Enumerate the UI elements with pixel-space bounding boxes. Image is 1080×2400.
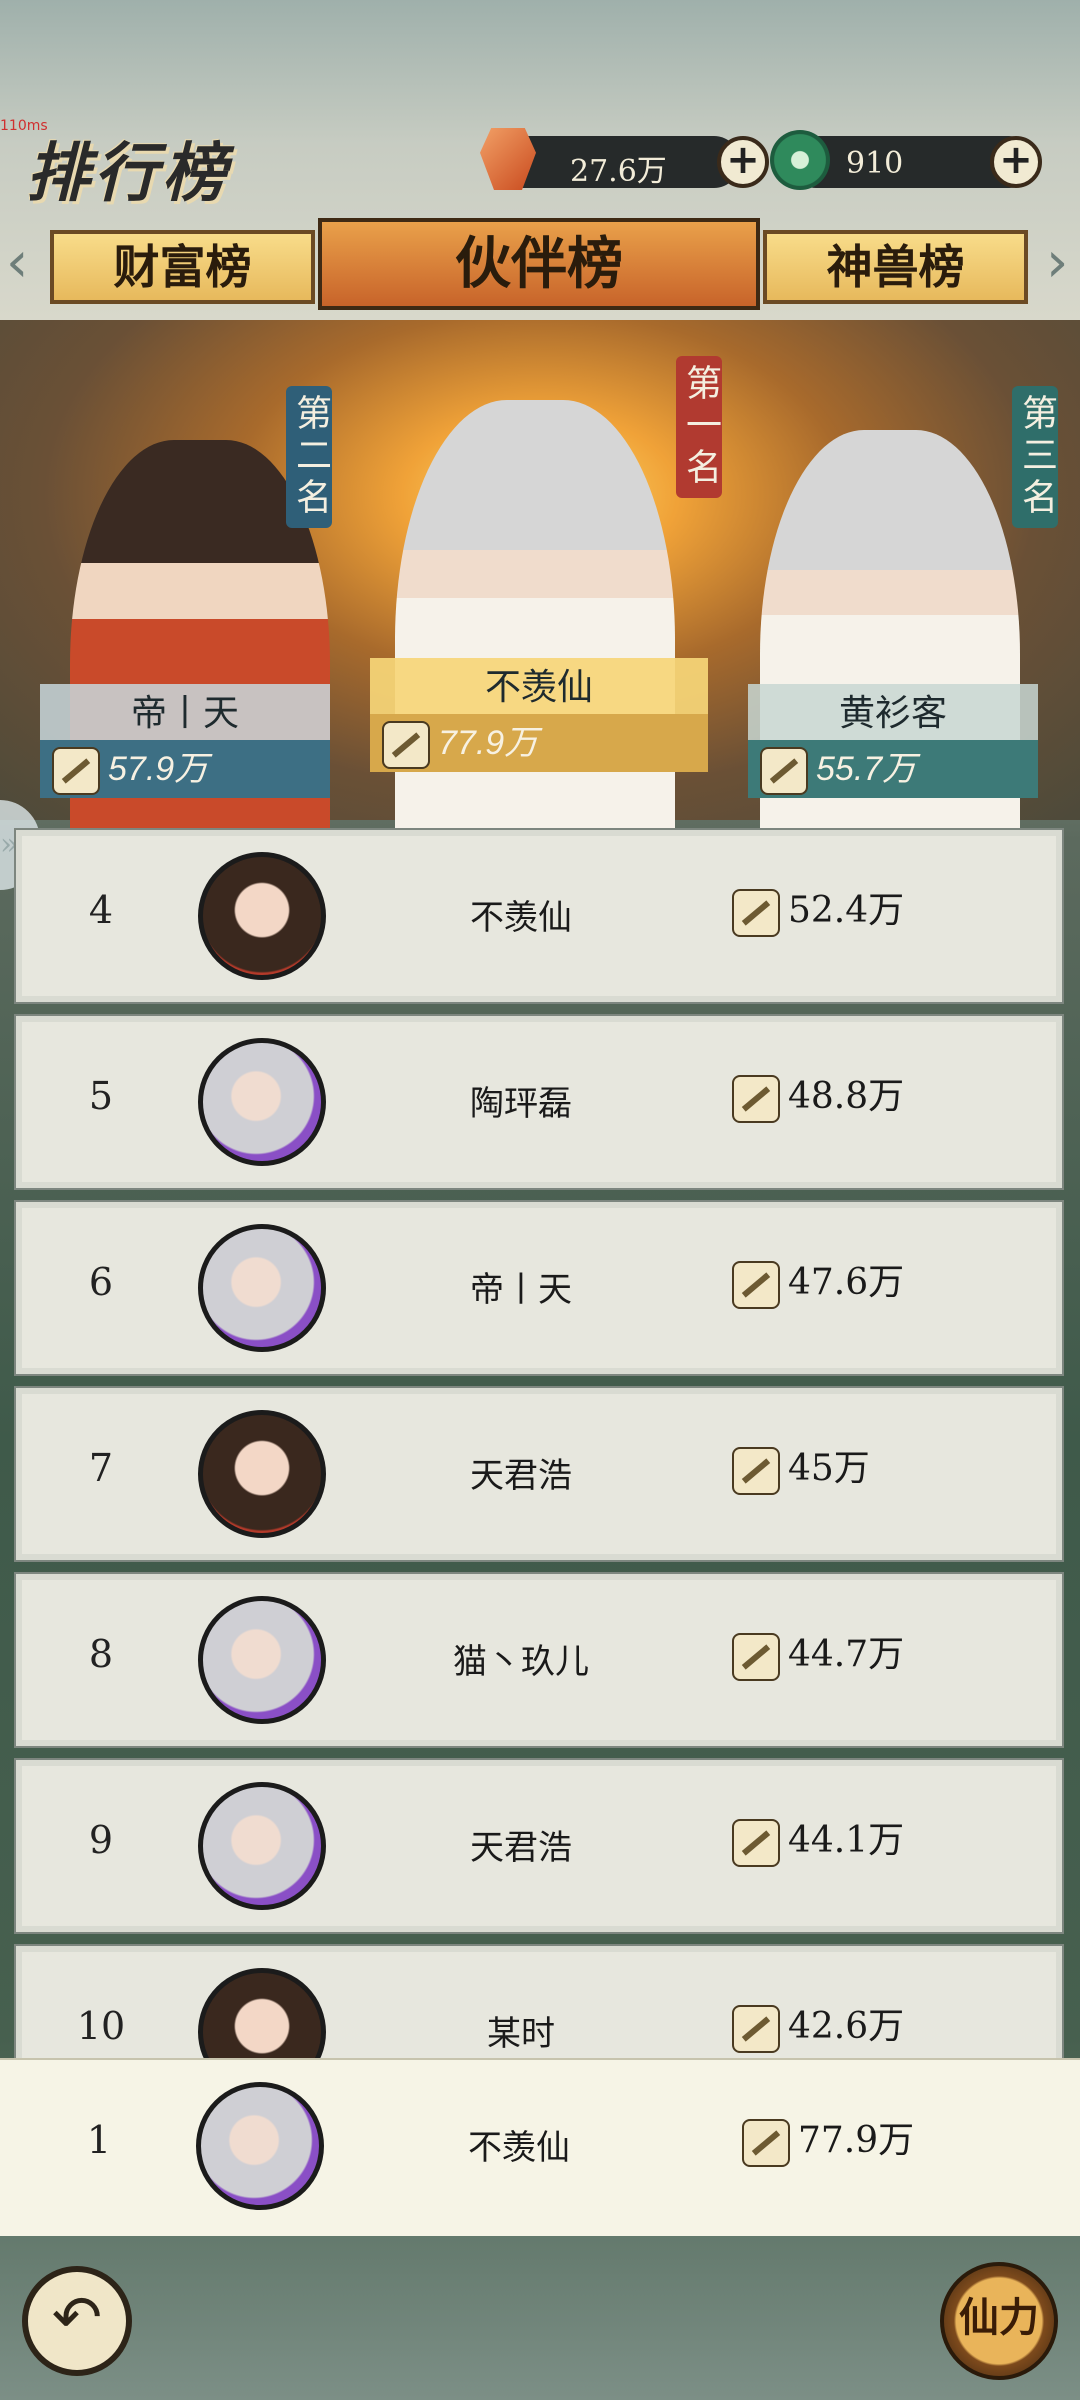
sword-icon	[732, 1075, 780, 1123]
avatar[interactable]	[198, 1410, 326, 1538]
row-power: 48.8万	[732, 1068, 904, 1126]
tab-bar: 财富榜 神兽榜 伙伴榜	[0, 218, 1080, 316]
sword-icon	[732, 1261, 780, 1309]
my-power-value: 77.9万	[798, 2120, 915, 2161]
sword-icon	[732, 1633, 780, 1681]
second-place-power-value: 57.9万	[108, 750, 209, 788]
avatar[interactable]	[198, 1224, 326, 1352]
sword-icon	[52, 747, 100, 796]
row-rank: 10	[76, 2004, 126, 2048]
ranking-row[interactable]: 5 陶玶磊 48.8万	[14, 1014, 1064, 1190]
jade-icon	[770, 130, 830, 190]
avatar[interactable]	[198, 1782, 326, 1910]
first-place-power-value: 77.9万	[438, 724, 539, 762]
row-power: 42.6万	[732, 1998, 904, 2056]
second-place-power: 57.9万	[40, 740, 330, 798]
third-place-power-value: 55.7万	[816, 750, 917, 788]
row-name: 不羡仙	[470, 898, 572, 938]
sword-icon	[760, 747, 808, 796]
third-place-name: 黄衫客	[748, 684, 1038, 744]
page-title: 排行榜	[26, 136, 230, 211]
row-power-value: 42.6万	[788, 2006, 905, 2047]
row-power-value: 45万	[788, 1448, 870, 1489]
row-power: 47.6万	[732, 1254, 904, 1312]
add-jade-button[interactable]: +	[990, 136, 1042, 188]
row-power-value: 44.7万	[788, 1634, 905, 1675]
my-rank-number: 1	[86, 2118, 112, 2162]
row-power: 44.7万	[732, 1626, 904, 1684]
add-gem-button[interactable]: +	[717, 136, 769, 188]
ranking-row[interactable]: 9 天君浩 44.1万	[14, 1758, 1064, 1934]
row-power: 45万	[732, 1440, 870, 1498]
sword-icon	[732, 1819, 780, 1867]
row-rank: 5	[88, 1074, 114, 1118]
back-button[interactable]: ↶	[22, 2266, 132, 2376]
first-place-name: 不羡仙	[370, 658, 708, 718]
row-rank: 9	[88, 1818, 114, 1862]
row-power-value: 44.1万	[788, 1820, 905, 1861]
second-place-tag: 第二名	[286, 386, 332, 528]
row-name: 猫丶玖儿	[453, 1642, 589, 1682]
third-place-tag: 第三名	[1012, 386, 1058, 528]
jade-amount: 910	[846, 146, 904, 181]
row-name: 帝丨天	[470, 1270, 572, 1310]
my-rank-bar[interactable]: 1 不羡仙 77.9万	[0, 2058, 1080, 2236]
sword-icon	[732, 889, 780, 937]
row-name: 天君浩	[470, 1456, 572, 1496]
gem-amount: 27.6万	[570, 154, 667, 189]
row-rank: 6	[88, 1260, 114, 1304]
my-power: 77.9万	[730, 2112, 914, 2170]
sword-icon	[742, 2119, 790, 2167]
row-rank: 8	[88, 1632, 114, 1676]
first-place-tag: 第一名	[676, 356, 722, 498]
avatar[interactable]	[198, 1038, 326, 1166]
third-place-power: 55.7万	[748, 740, 1038, 798]
sword-icon	[382, 721, 430, 770]
row-rank: 4	[88, 888, 114, 932]
second-place-name: 帝丨天	[40, 684, 330, 744]
ranking-row[interactable]: 7 天君浩 45万	[14, 1386, 1064, 1562]
row-power-value: 47.6万	[788, 1262, 905, 1303]
power-boost-button[interactable]: 仙力	[940, 2262, 1058, 2380]
sword-icon	[732, 2005, 780, 2053]
sword-icon	[732, 1447, 780, 1495]
row-power: 52.4万	[732, 882, 904, 940]
ranking-row[interactable]: 4 不羡仙 52.4万	[14, 828, 1064, 1004]
tab-wealth[interactable]: 财富榜	[50, 230, 315, 304]
ranking-row[interactable]: 6 帝丨天 47.6万	[14, 1200, 1064, 1376]
first-place-power: 77.9万	[370, 714, 708, 772]
row-name: 天君浩	[470, 1828, 572, 1868]
avatar[interactable]	[198, 1596, 326, 1724]
row-power: 44.1万	[732, 1812, 904, 1870]
row-power-value: 48.8万	[788, 1076, 905, 1117]
row-name: 某时	[487, 2014, 555, 2054]
row-rank: 7	[88, 1446, 114, 1490]
ranking-row[interactable]: 8 猫丶玖儿 44.7万	[14, 1572, 1064, 1748]
tab-beast[interactable]: 神兽榜	[763, 230, 1028, 304]
row-name: 陶玶磊	[470, 1084, 572, 1124]
row-power-value: 52.4万	[788, 890, 905, 931]
tab-partner[interactable]: 伙伴榜	[318, 218, 760, 310]
my-avatar[interactable]	[196, 2082, 324, 2210]
my-name: 不羡仙	[468, 2128, 570, 2168]
avatar[interactable]	[198, 852, 326, 980]
